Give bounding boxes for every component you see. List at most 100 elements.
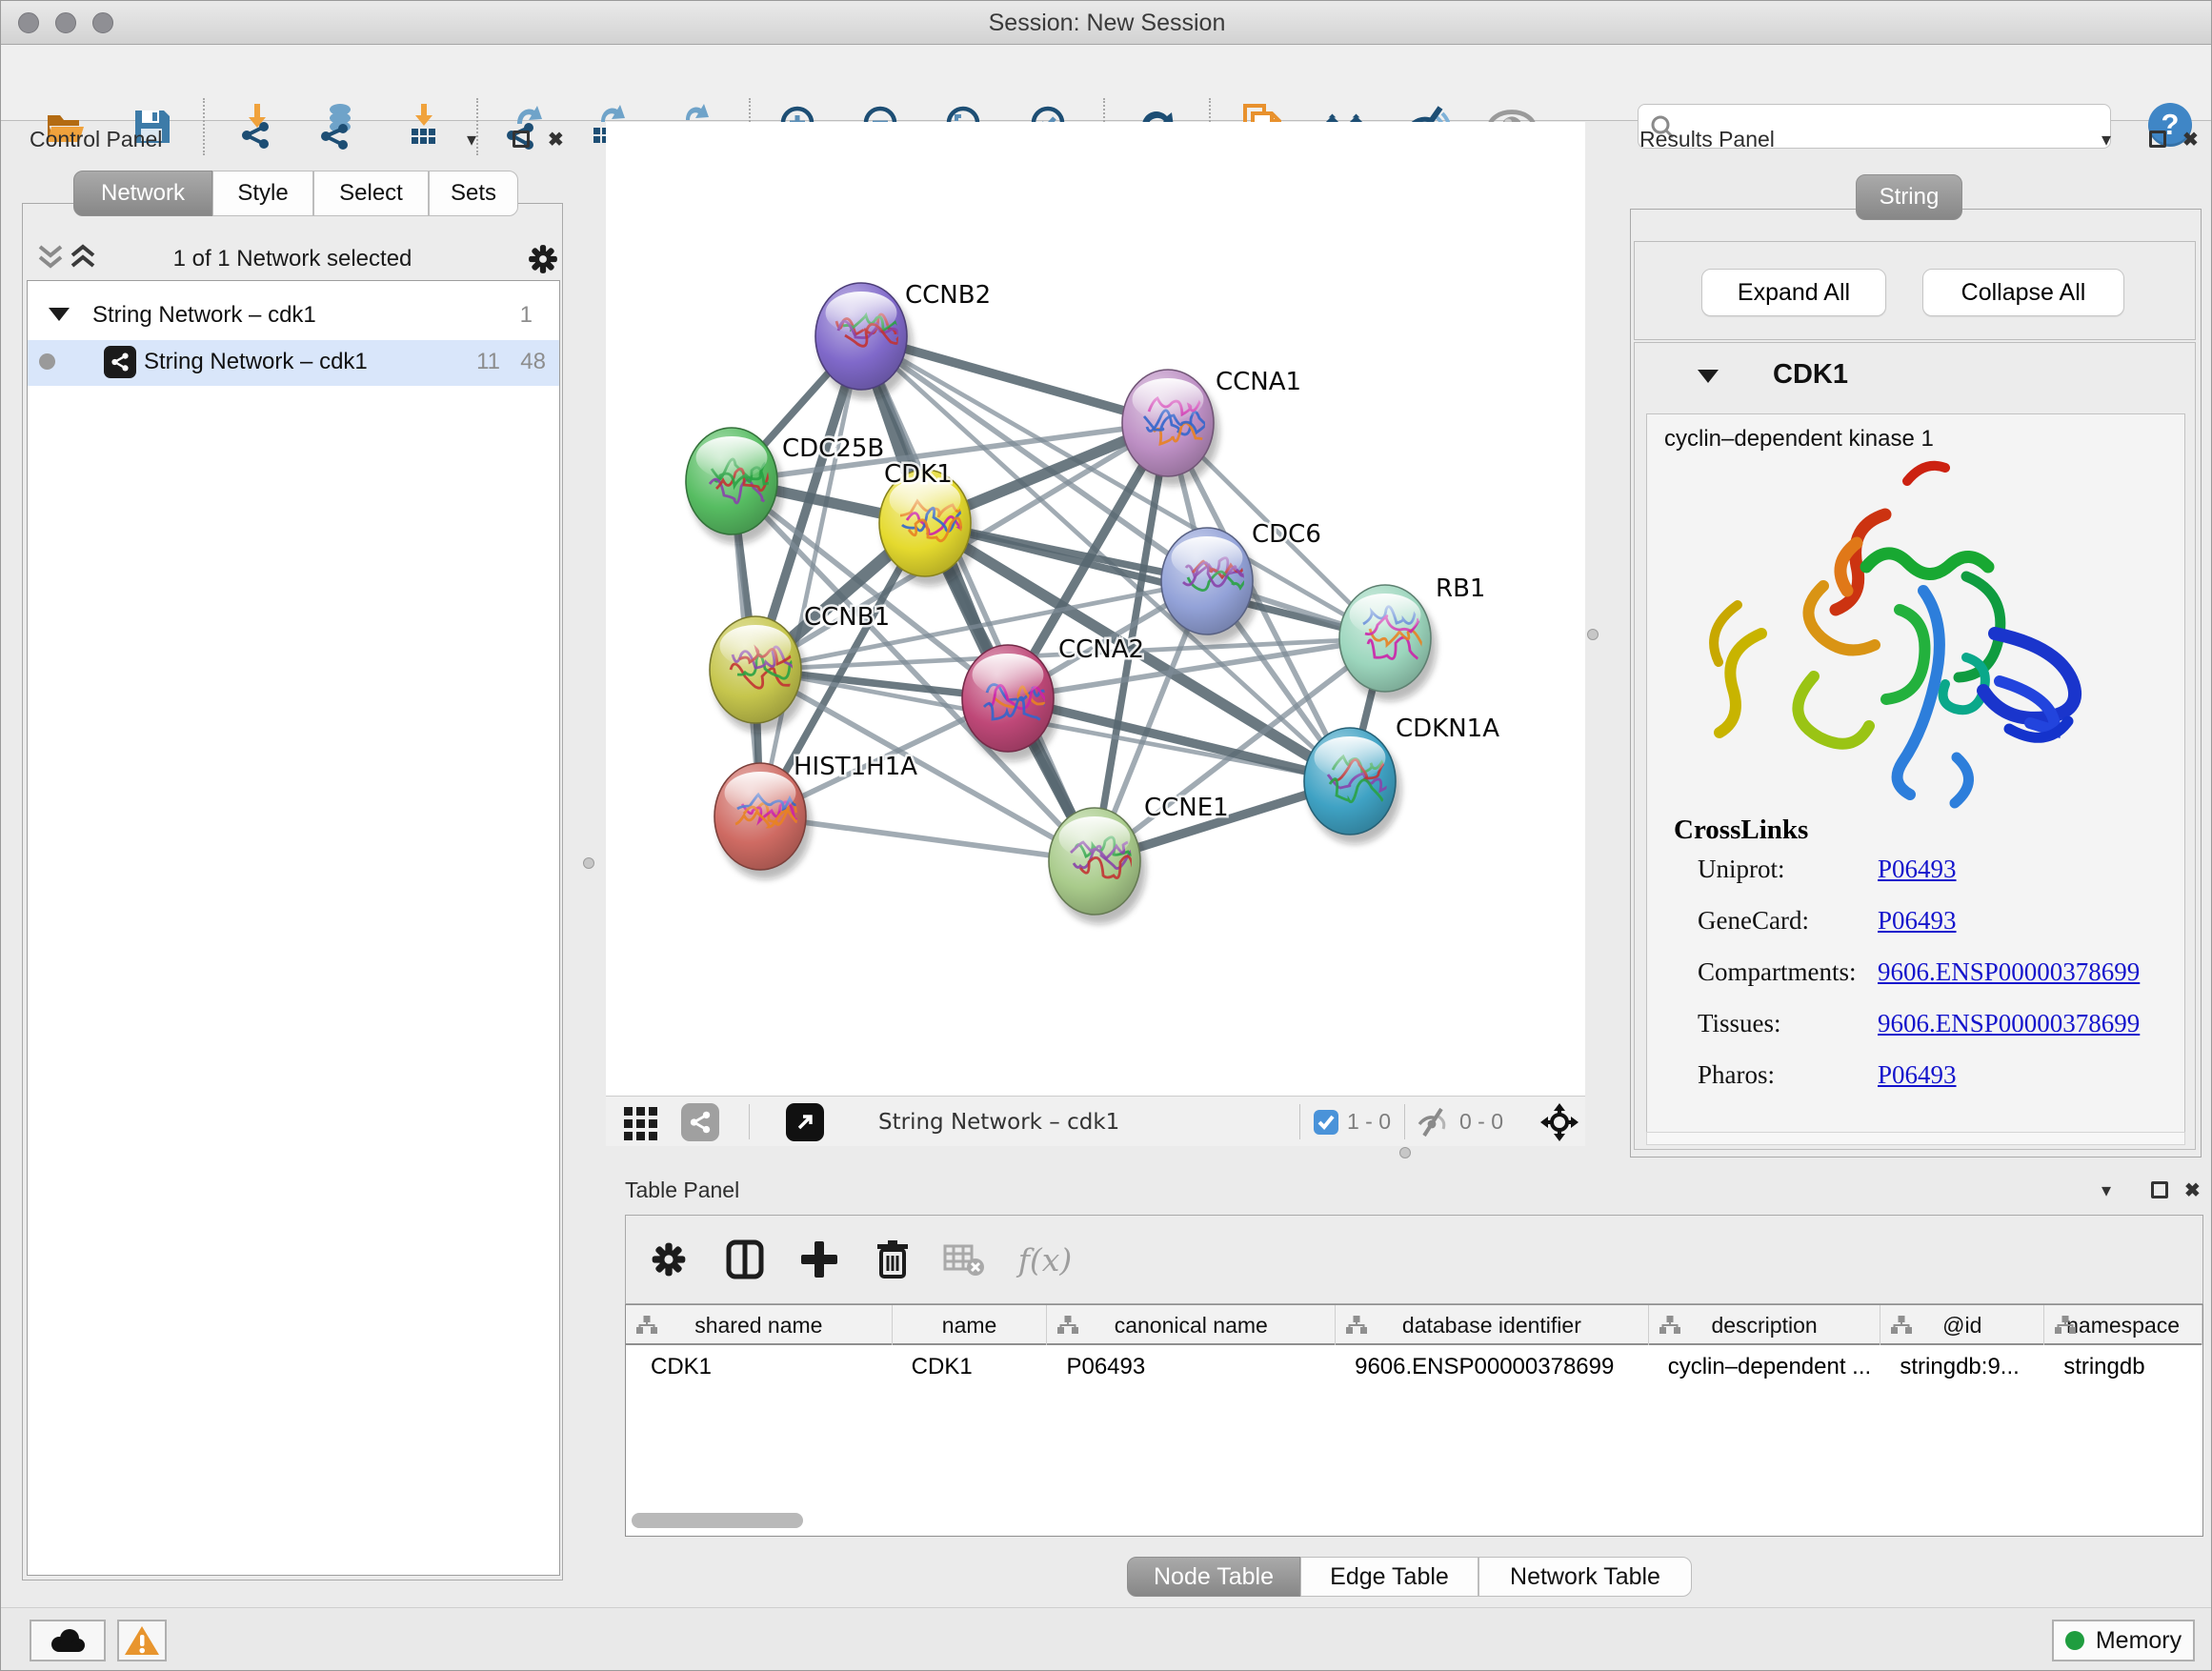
float-panel-icon[interactable] <box>2149 131 2166 148</box>
node-label-RB1: RB1 <box>1436 574 1485 603</box>
function-builder-icon[interactable]: f(x) <box>1005 1231 1085 1288</box>
show-columns-icon[interactable] <box>716 1231 774 1288</box>
network-item-label: String Network – cdk1 <box>144 349 368 375</box>
network-selection-status: 1 of 1 Network selected <box>23 246 562 272</box>
panel-menu-icon[interactable]: ▾ <box>2101 131 2111 150</box>
tab-string[interactable]: String <box>1856 174 1962 220</box>
delete-column-trash-icon[interactable] <box>864 1231 921 1288</box>
collapse-all-button[interactable]: Collapse All <box>1922 269 2124 316</box>
panel-menu-icon[interactable]: ▾ <box>2101 1181 2111 1200</box>
column-header-label: shared name <box>694 1313 822 1339</box>
column-header-database-identifier[interactable]: database identifier <box>1336 1305 1649 1345</box>
crosslink-label: Uniprot: <box>1698 855 1785 883</box>
column-header-label: canonical name <box>1115 1313 1268 1339</box>
tab-select[interactable]: Select <box>313 171 429 216</box>
node-table: shared name name canonical name database id… <box>625 1304 2203 1537</box>
column-header-shared-name[interactable]: shared name <box>626 1305 893 1345</box>
network-node-CCNA2[interactable] <box>962 645 1060 761</box>
warning-button[interactable] <box>117 1620 167 1661</box>
cloud-button[interactable] <box>30 1620 106 1661</box>
network-node-CDC6[interactable] <box>1161 528 1258 644</box>
control-panel: Control Panel ▾ ✖ Network Style Select S… <box>10 121 565 1584</box>
table-panel-header: Table Panel ▾ ✖ <box>615 1172 2206 1212</box>
close-panel-icon[interactable]: ✖ <box>2184 1181 2201 1200</box>
memory-button[interactable]: Memory <box>2052 1620 2195 1661</box>
table-cell[interactable]: 9606.ENSP00000378699 <box>1336 1345 1649 1388</box>
tab-style[interactable]: Style <box>212 171 313 216</box>
network-node-CDKN1A[interactable] <box>1304 728 1401 844</box>
network-node-RB1[interactable] <box>1339 585 1437 701</box>
tab-network-table[interactable]: Network Table <box>1478 1557 1692 1597</box>
table-row[interactable]: CDK1CDK1P064939606.ENSP00000378699cyclin… <box>626 1345 2202 1388</box>
close-panel-icon[interactable]: ✖ <box>548 131 564 150</box>
float-panel-icon[interactable] <box>513 131 530 148</box>
selected-checkbox-icon[interactable] <box>1313 1097 1339 1147</box>
toolbar-separator <box>1299 1104 1300 1139</box>
table-cell[interactable]: CDK1 <box>626 1345 893 1388</box>
tab-network[interactable]: Network <box>73 171 212 216</box>
network-node-CCNE1[interactable] <box>1049 808 1146 924</box>
cytoscape-window: Session: New Session <box>0 0 2212 1671</box>
crosslink-uniprot-link[interactable]: P06493 <box>1878 855 1957 884</box>
node-label-HIST1H1A: HIST1H1A <box>794 753 917 781</box>
vertical-splitter-handle[interactable] <box>583 857 594 869</box>
tab-node-table[interactable]: Node Table <box>1127 1557 1300 1597</box>
string-results-container: Expand All Collapse All CDK1 cyclin–depe… <box>1630 209 2202 1158</box>
network-view-toolbar: String Network – cdk1 1 - 0 0 - 0 <box>606 1096 1585 1146</box>
column-header-canonical-name[interactable]: canonical name <box>1047 1305 1336 1345</box>
column-header-label: @id <box>1942 1313 1981 1339</box>
table-cell[interactable]: P06493 <box>1047 1345 1336 1388</box>
table-options-gear-icon[interactable] <box>640 1231 697 1288</box>
crosslink-row: Pharos: P06493 <box>1698 1060 2165 1112</box>
network-node-CCNB2[interactable] <box>815 283 913 399</box>
birds-eye-view-icon[interactable] <box>1539 1097 1579 1147</box>
network-collection-row[interactable]: String Network – cdk1 1 <box>28 294 559 339</box>
protein-section-expander-icon[interactable] <box>1698 370 1719 383</box>
control-panel-header: Control Panel ▾ ✖ <box>10 121 565 161</box>
network-row-selected[interactable]: String Network – cdk1 11 48 <box>28 340 559 386</box>
crosslink-genecard-link[interactable]: P06493 <box>1878 906 1957 936</box>
vertical-splitter-handle[interactable] <box>1587 629 1599 640</box>
close-panel-icon[interactable]: ✖ <box>2182 131 2199 150</box>
grid-view-icon[interactable] <box>620 1097 662 1147</box>
attribute-type-icon <box>1890 1315 1913 1336</box>
table-hscrollbar[interactable] <box>630 1513 2199 1530</box>
hscrollbar-thumb[interactable] <box>632 1513 803 1528</box>
column-header-namespace[interactable]: namespace <box>2044 1305 2202 1345</box>
results-panel-header: Results Panel ▾ ✖ <box>1620 121 2205 161</box>
network-edge-CCNB2-HIST1H1A[interactable] <box>760 336 861 816</box>
horizontal-splitter-handle[interactable] <box>1399 1147 1411 1158</box>
column-header-label: name <box>942 1313 997 1339</box>
table-panel-title: Table Panel <box>625 1178 739 1203</box>
table-cell[interactable]: cyclin–dependent ... <box>1649 1345 1881 1388</box>
collection-network-count: 1 <box>520 302 533 329</box>
collection-expander-icon[interactable] <box>49 308 70 321</box>
delete-table-icon[interactable] <box>935 1231 993 1288</box>
tab-edge-table[interactable]: Edge Table <box>1300 1557 1478 1597</box>
table-cell[interactable]: CDK1 <box>893 1345 1048 1388</box>
add-column-icon[interactable] <box>791 1231 848 1288</box>
detach-view-icon[interactable] <box>786 1097 824 1147</box>
protein-structure-image <box>1680 453 2100 824</box>
warning-icon <box>124 1624 160 1657</box>
toolbar-separator <box>749 1104 750 1139</box>
results-hscrollbar[interactable] <box>1646 1132 2185 1145</box>
table-cell[interactable]: stringdb <box>2044 1345 2202 1388</box>
network-view-share-icon[interactable] <box>681 1097 719 1147</box>
crosslink-tissues-link[interactable]: 9606.ENSP00000378699 <box>1878 1009 2140 1038</box>
table-cell[interactable]: stringdb:9... <box>1880 1345 2044 1388</box>
column-header-description[interactable]: description <box>1649 1305 1881 1345</box>
expand-all-button[interactable]: Expand All <box>1701 269 1886 316</box>
column-header-name[interactable]: name <box>893 1305 1048 1345</box>
tab-sets[interactable]: Sets <box>429 171 518 216</box>
crosslink-row: Uniprot: P06493 <box>1698 855 2165 906</box>
panel-menu-icon[interactable]: ▾ <box>467 131 476 150</box>
network-options-gear-icon[interactable] <box>526 242 560 276</box>
crosslink-pharos-link[interactable]: P06493 <box>1878 1060 1957 1090</box>
column-header--id[interactable]: @id <box>1880 1305 2044 1345</box>
crosslink-compartments-link[interactable]: 9606.ENSP00000378699 <box>1878 957 2140 987</box>
hidden-eye-slash-icon[interactable] <box>1417 1097 1451 1147</box>
float-panel-icon[interactable] <box>2151 1181 2168 1198</box>
network-canvas-svg[interactable]: CCNB2CCNA1CDC25BCDK1CDC6RB1CCNB1CCNA2CDK… <box>606 122 1585 1096</box>
crosslink-label: GeneCard: <box>1698 906 1809 935</box>
